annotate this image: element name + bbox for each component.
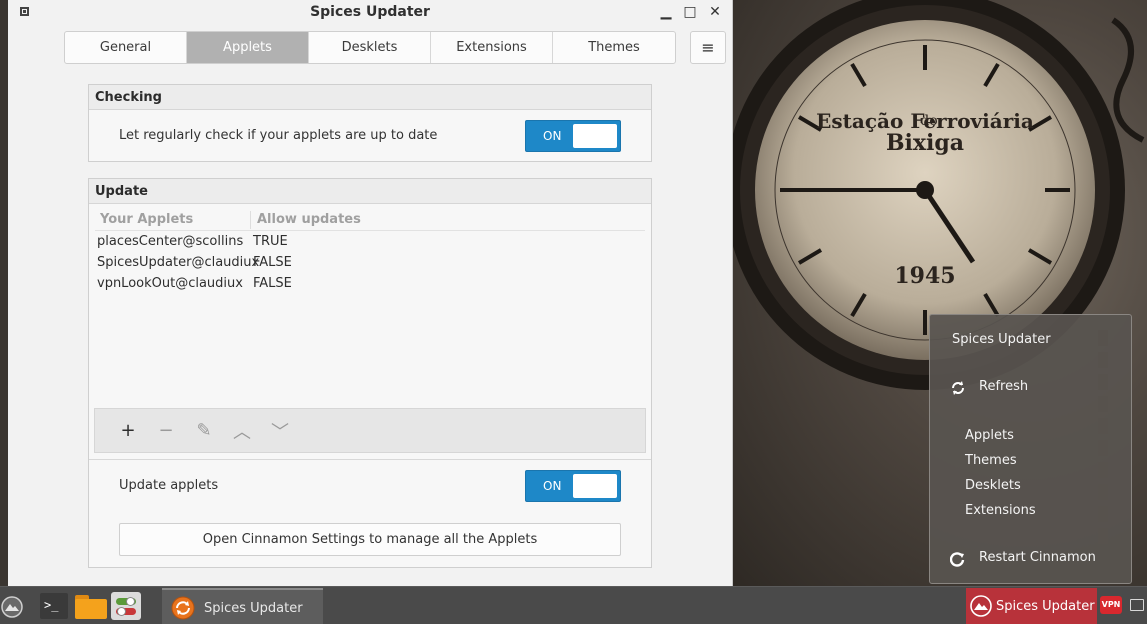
table-row[interactable]: vpnLookOut@claudiux FALSE (95, 273, 645, 294)
update-applets-label: Update applets (119, 478, 219, 493)
taskbar-window-label: Spices Updater (204, 601, 303, 616)
check-setting-label: Let regularly check if your applets are … (119, 128, 438, 143)
edit-pencil-icon[interactable]: ✎ (185, 416, 223, 446)
clock-text-3: Bixiga (886, 130, 964, 156)
popup-item-desklets[interactable]: Desklets (965, 478, 1021, 493)
window-title: Spices Updater (310, 4, 430, 20)
settings-toggles-icon[interactable] (111, 592, 141, 620)
allow-update-value[interactable]: TRUE (252, 234, 288, 249)
taskbar-window-button[interactable]: Spices Updater (162, 588, 323, 624)
column-header-allow[interactable]: Allow updates (251, 212, 361, 227)
applet-popup-menu: Spices Updater Refresh Applets Themes De… (929, 314, 1132, 584)
popup-item-extensions[interactable]: Extensions (965, 503, 1036, 518)
check-toggle-switch[interactable]: ON (525, 120, 621, 152)
list-toolbar: + − ✎ ︿ ﹀ (94, 408, 646, 453)
spices-updater-window: Spices Updater ▁ □ ✕ General Applets Des… (8, 0, 733, 586)
tab-extensions[interactable]: Extensions (431, 32, 553, 63)
checking-panel: Checking Let regularly check if your app… (88, 84, 652, 162)
spices-updater-applet[interactable]: Spices Updater (966, 588, 1097, 624)
table-row[interactable]: placesCenter@scollins TRUE (95, 231, 645, 252)
popup-restart-item[interactable]: Restart Cinnamon (950, 548, 1120, 570)
popup-refresh-label: Refresh (979, 379, 1029, 394)
popup-title: Spices Updater (952, 332, 1051, 347)
table-header: Your Applets Allow updates (95, 209, 645, 231)
taskbar: >_ Spices Updater Spices Updater VPN (0, 586, 1147, 624)
move-up-icon[interactable]: ︿ (223, 416, 261, 446)
update-panel: Update Your Applets Allow updates places… (88, 178, 652, 568)
update-toggle-switch[interactable]: ON (525, 470, 621, 502)
tab-bar: General Applets Desklets Extensions Them… (64, 31, 676, 64)
close-button[interactable]: ✕ (706, 2, 724, 22)
popup-item-applets[interactable]: Applets (965, 428, 1014, 443)
popup-item-themes[interactable]: Themes (965, 453, 1017, 468)
tab-themes[interactable]: Themes (553, 32, 675, 63)
check-switch-state: ON (543, 129, 562, 143)
applet-label: Spices Updater (996, 599, 1095, 614)
allow-update-value[interactable]: FALSE (252, 276, 292, 291)
add-icon[interactable]: + (109, 416, 147, 446)
divider (89, 459, 651, 460)
clock-text-2: do (920, 113, 937, 129)
open-cinnamon-settings-button[interactable]: Open Cinnamon Settings to manage all the… (119, 523, 621, 556)
applets-table: Your Applets Allow updates placesCenter@… (95, 209, 645, 294)
refresh-icon (952, 381, 964, 395)
restart-icon (950, 552, 965, 567)
remove-icon[interactable]: − (147, 416, 185, 446)
switch-knob (573, 124, 617, 148)
maximize-button[interactable]: □ (681, 2, 699, 22)
popup-restart-label: Restart Cinnamon (979, 550, 1096, 565)
tab-applets[interactable]: Applets (187, 32, 309, 63)
update-switch-state: ON (543, 479, 562, 493)
update-heading: Update (89, 179, 651, 204)
allow-update-value[interactable]: FALSE (252, 255, 292, 270)
applet-name: SpicesUpdater@claudiux (97, 255, 260, 270)
applet-name: vpnLookOut@claudiux (97, 276, 243, 291)
minimize-button[interactable]: ▁ (657, 2, 675, 22)
table-row[interactable]: SpicesUpdater@claudiux FALSE (95, 252, 645, 273)
applet-name: placesCenter@scollins (97, 234, 244, 249)
tab-general[interactable]: General (65, 32, 187, 63)
move-down-icon[interactable]: ﹀ (261, 416, 299, 446)
checking-heading: Checking (89, 85, 651, 110)
terminal-icon[interactable]: >_ (40, 593, 68, 619)
popup-refresh-item[interactable]: Refresh (950, 377, 1120, 399)
folder-icon[interactable] (75, 593, 107, 619)
vpn-icon[interactable]: VPN (1100, 596, 1122, 614)
applet-mountain-icon (970, 595, 992, 617)
menu-logo-icon[interactable] (1, 594, 23, 620)
tab-desklets[interactable]: Desklets (309, 32, 431, 63)
column-header-applets[interactable]: Your Applets (95, 210, 251, 229)
title-bar: Spices Updater ▁ □ ✕ (8, 0, 732, 25)
show-desktop-icon[interactable] (1130, 599, 1144, 611)
clock-year: 1945 (894, 263, 955, 289)
spices-updater-app-icon (171, 596, 195, 620)
hamburger-menu-icon[interactable]: ≡ (690, 31, 726, 64)
switch-knob (573, 474, 617, 498)
